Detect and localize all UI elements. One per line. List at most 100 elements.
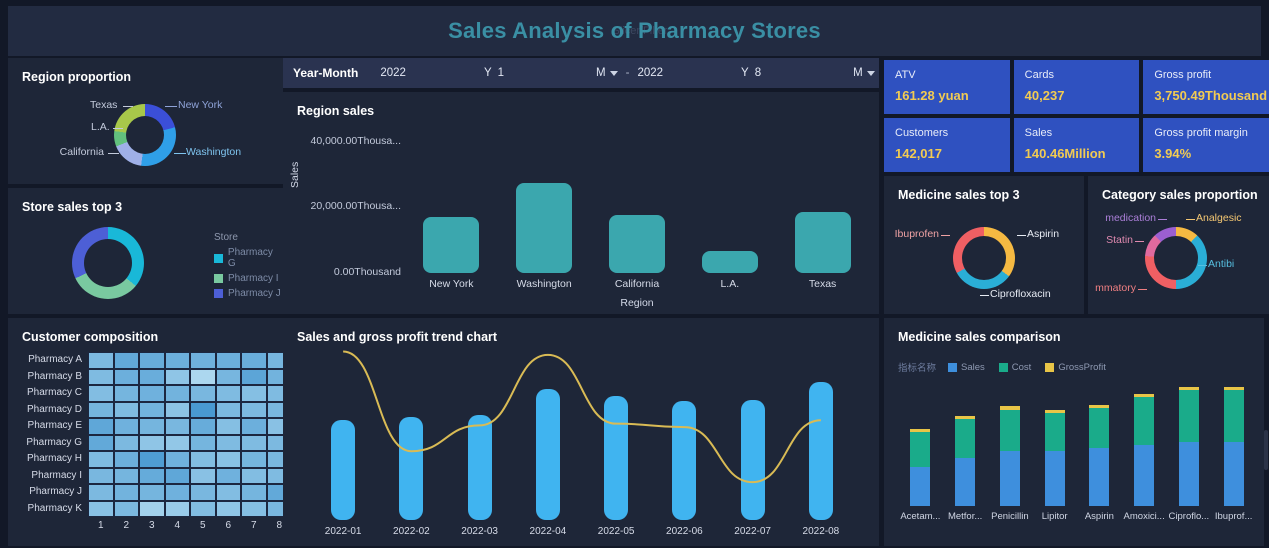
- region-proportion-donut-chart[interactable]: New York Washington California L.A. Texas: [8, 58, 283, 184]
- bar[interactable]: [331, 420, 356, 520]
- heatmap-cell[interactable]: [164, 401, 190, 418]
- stacked-bar-segment[interactable]: [1044, 412, 1065, 452]
- heatmap-cell[interactable]: [215, 451, 241, 468]
- heatmap-cell[interactable]: [88, 434, 114, 451]
- stacked-bar-segment[interactable]: [1178, 390, 1199, 442]
- heatmap-cell[interactable]: [139, 451, 165, 468]
- kpi-card[interactable]: ATV 161.28 yuan: [884, 60, 1010, 114]
- stacked-bar-segment[interactable]: [1134, 445, 1155, 506]
- heatmap-cell[interactable]: [164, 385, 190, 402]
- kpi-card[interactable]: Gross profit margin 3.94%: [1143, 118, 1269, 172]
- legend-item[interactable]: Pharmacy J: [214, 288, 283, 299]
- heatmap-cell[interactable]: [113, 467, 139, 484]
- kpi-card[interactable]: Customers 142,017: [884, 118, 1010, 172]
- heatmap-cell[interactable]: [113, 434, 139, 451]
- heatmap-cell[interactable]: [139, 484, 165, 501]
- stacked-bar-segment[interactable]: [1178, 387, 1199, 391]
- stacked-bar-segment[interactable]: [1223, 441, 1244, 506]
- heatmap-cell[interactable]: [88, 467, 114, 484]
- stacked-bar-segment[interactable]: [999, 451, 1020, 506]
- heatmap-cell[interactable]: [88, 451, 114, 468]
- heatmap-cell[interactable]: [190, 368, 216, 385]
- heatmap-cell[interactable]: [190, 484, 216, 501]
- legend-item[interactable]: Pharmacy I: [214, 273, 283, 284]
- stacked-bar-segment[interactable]: [999, 406, 1020, 410]
- heatmap-cell[interactable]: [139, 418, 165, 435]
- stacked-bar-segment[interactable]: [955, 416, 976, 420]
- stacked-bar-segment[interactable]: [1223, 387, 1244, 391]
- year-month-filter-bar[interactable]: Year-Month 2022 Y 1 M - 2022 Y 8 M: [283, 58, 879, 88]
- heatmap-cell[interactable]: [113, 484, 139, 501]
- bar[interactable]: [808, 382, 833, 520]
- heatmap-cell[interactable]: [164, 484, 190, 501]
- heatmap-cell[interactable]: [215, 368, 241, 385]
- heatmap-cell[interactable]: [215, 401, 241, 418]
- heatmap-cell[interactable]: [113, 418, 139, 435]
- stacked-bar-segment[interactable]: [1044, 451, 1065, 506]
- heatmap-cell[interactable]: [241, 434, 267, 451]
- heatmap-cell[interactable]: [113, 451, 139, 468]
- bar[interactable]: [794, 212, 851, 273]
- stacked-bar-segment[interactable]: [1089, 404, 1110, 409]
- heatmap-cell[interactable]: [215, 434, 241, 451]
- heatmap-cell[interactable]: [215, 467, 241, 484]
- category-proportion-donut-chart[interactable]: Analgesic Antibi mmatory Statin medication: [1088, 176, 1269, 314]
- bar[interactable]: [701, 251, 758, 273]
- stacked-bar-segment[interactable]: [1134, 396, 1155, 445]
- vertical-scrollbar-thumb[interactable]: [1264, 430, 1268, 470]
- stacked-bar-segment[interactable]: [910, 428, 931, 433]
- stacked-bar-segment[interactable]: [999, 409, 1020, 452]
- heatmap-cell[interactable]: [190, 418, 216, 435]
- heatmap-cell[interactable]: [164, 451, 190, 468]
- bar[interactable]: [423, 217, 480, 273]
- customer-composition-heatmap[interactable]: Pharmacy A Pharmacy B Pharmacy C Pharmacy D…: [20, 352, 292, 531]
- heatmap-cell[interactable]: [190, 352, 216, 369]
- heatmap-cell[interactable]: [139, 467, 165, 484]
- heatmap-cell[interactable]: [164, 500, 190, 517]
- heatmap-cell[interactable]: [190, 451, 216, 468]
- heatmap-cell[interactable]: [241, 385, 267, 402]
- stacked-bar-segment[interactable]: [1178, 441, 1199, 506]
- donut-ring[interactable]: [72, 227, 144, 299]
- heatmap-cell[interactable]: [215, 352, 241, 369]
- heatmap-cell[interactable]: [88, 385, 114, 402]
- sales-gross-profit-trend-chart[interactable]: 2022-01 2022-02 2022-03 2022-04 2022-05 2022-…: [283, 318, 879, 546]
- heatmap-cell[interactable]: [241, 401, 267, 418]
- heatmap-cell[interactable]: [241, 352, 267, 369]
- heatmap-cell[interactable]: [241, 368, 267, 385]
- heatmap-cell[interactable]: [113, 401, 139, 418]
- heatmap-cell[interactable]: [215, 418, 241, 435]
- heatmap-cell[interactable]: [113, 385, 139, 402]
- legend-item[interactable]: Pharmacy G: [214, 247, 283, 269]
- medicine-top3-donut-chart[interactable]: Aspirin Ciprofloxacin Ibuprofen: [884, 176, 1084, 314]
- heatmap-cell[interactable]: [190, 401, 216, 418]
- stacked-bar-segment[interactable]: [1223, 390, 1244, 442]
- heatmap-cell[interactable]: [113, 500, 139, 517]
- donut-ring[interactable]: [1145, 227, 1207, 289]
- heatmap-cell[interactable]: [139, 385, 165, 402]
- bar[interactable]: [516, 182, 573, 273]
- end-month-dropdown[interactable]: M: [853, 67, 875, 79]
- heatmap-cell[interactable]: [139, 352, 165, 369]
- bar[interactable]: [399, 416, 424, 520]
- bar[interactable]: [467, 415, 492, 520]
- start-month-dropdown[interactable]: M: [596, 67, 618, 79]
- heatmap-cell[interactable]: [88, 500, 114, 517]
- heatmap-cell[interactable]: [113, 352, 139, 369]
- heatmap-cell[interactable]: [88, 352, 114, 369]
- heatmap-cell[interactable]: [241, 418, 267, 435]
- end-month-value[interactable]: 8: [755, 67, 761, 79]
- heatmap-cell[interactable]: [164, 368, 190, 385]
- kpi-card[interactable]: Gross profit 3,750.49Thousand: [1143, 60, 1269, 114]
- stacked-bar-segment[interactable]: [1089, 448, 1110, 506]
- heatmap-cell[interactable]: [113, 368, 139, 385]
- kpi-card[interactable]: Sales 140.46Million: [1013, 118, 1140, 172]
- donut-ring[interactable]: [114, 104, 176, 166]
- bar[interactable]: [604, 396, 629, 520]
- kpi-card[interactable]: Cards 40,237: [1013, 60, 1140, 114]
- heatmap-cell[interactable]: [215, 500, 241, 517]
- heatmap-cell[interactable]: [88, 418, 114, 435]
- heatmap-cell[interactable]: [241, 451, 267, 468]
- heatmap-cell[interactable]: [88, 401, 114, 418]
- heatmap-cell[interactable]: [139, 401, 165, 418]
